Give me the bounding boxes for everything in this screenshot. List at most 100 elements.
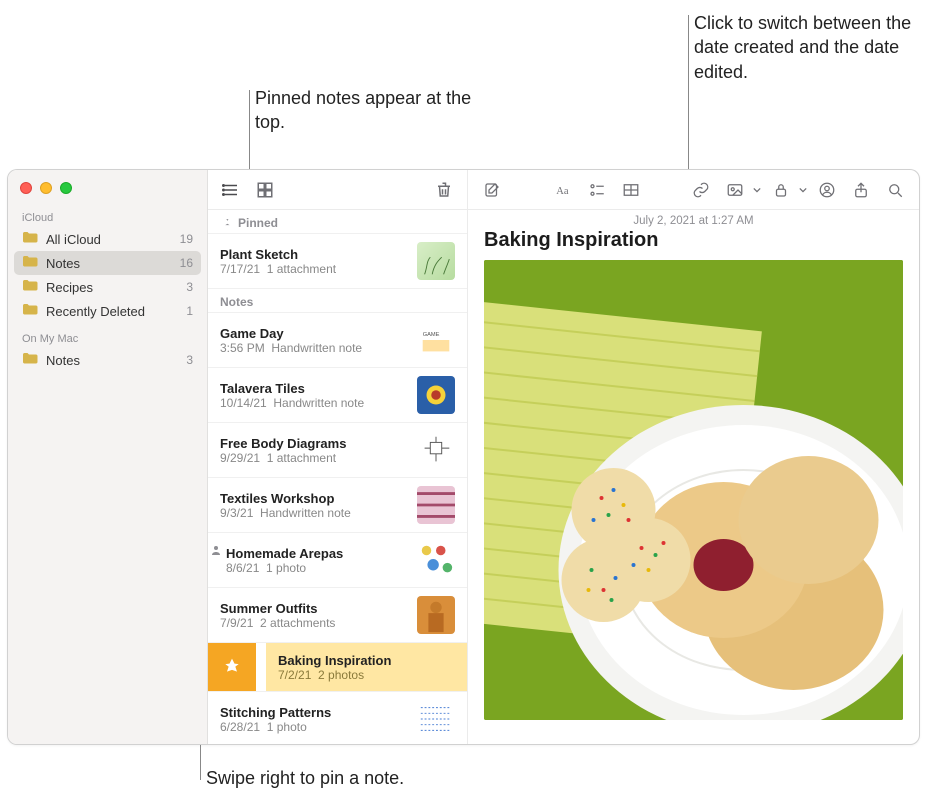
sidebar-section-on-my-mac: On My Mac	[8, 323, 207, 348]
note-row-game-day[interactable]: Game Day 3:56 PM Handwritten note GAME	[208, 313, 467, 368]
share-button[interactable]	[847, 178, 875, 202]
editor-column: Aa	[468, 170, 919, 745]
note-subtitle: 6/28/21 1 photo	[220, 720, 407, 734]
minimize-window-button[interactable]	[40, 182, 52, 194]
pin-icon	[220, 217, 232, 229]
sidebar-item-count: 3	[186, 280, 193, 294]
folder-icon	[22, 303, 38, 319]
note-thumbnail	[417, 242, 455, 280]
note-subtitle: 8/6/21 1 photo	[226, 561, 407, 575]
svg-text:Aa: Aa	[556, 185, 569, 196]
chevron-down-icon	[753, 182, 761, 197]
callout-date-toggle: Click to switch between the date created…	[694, 11, 914, 84]
note-row-free-body[interactable]: Free Body Diagrams 9/29/21 1 attachment	[208, 423, 467, 478]
checklist-button[interactable]	[583, 178, 611, 202]
callout-date-toggle-text: Click to switch between the date created…	[694, 13, 911, 82]
note-subtitle: 3:56 PM Handwritten note	[220, 341, 407, 355]
note-thumbnail	[417, 486, 455, 524]
sidebar: iCloud All iCloud 19 Notes 16 Recipes 3	[8, 170, 208, 745]
link-note-button[interactable]	[687, 178, 715, 202]
note-subtitle: 7/2/21 2 photos	[278, 668, 455, 682]
note-row-plant-sketch[interactable]: Plant Sketch 7/17/21 1 attachment	[208, 234, 467, 289]
pin-icon	[222, 657, 242, 677]
delete-note-button[interactable]	[431, 178, 457, 202]
editor-title[interactable]: Baking Inspiration	[468, 229, 919, 260]
fullscreen-window-button[interactable]	[60, 182, 72, 194]
collaborate-button[interactable]	[813, 178, 841, 202]
note-title: Homemade Arepas	[226, 546, 407, 561]
note-thumbnail: GAME	[417, 321, 455, 359]
swipe-pin-action[interactable]	[208, 643, 256, 691]
pinned-header-label: Pinned	[238, 216, 278, 230]
sidebar-item-label: Recipes	[46, 280, 178, 295]
sidebar-item-label: Notes	[46, 256, 172, 271]
sidebar-item-notes[interactable]: Notes 16	[14, 251, 201, 275]
note-row-stitching[interactable]: Stitching Patterns 6/28/21 1 photo	[208, 692, 467, 745]
note-subtitle: 7/9/21 2 attachments	[220, 616, 407, 630]
note-subtitle: 9/29/21 1 attachment	[220, 451, 407, 465]
note-row-textiles[interactable]: Textiles Workshop 9/3/21 Handwritten not…	[208, 478, 467, 533]
note-row-baking-inspiration[interactable]: Baking Inspiration 7/2/21 2 photos	[208, 643, 467, 692]
note-subtitle: 9/3/21 Handwritten note	[220, 506, 407, 520]
sidebar-item-label: Notes	[46, 353, 178, 368]
new-note-button[interactable]	[478, 178, 506, 202]
search-button[interactable]	[881, 178, 909, 202]
folder-icon	[22, 279, 38, 295]
note-thumbnail	[417, 596, 455, 634]
editor-attached-image[interactable]	[484, 260, 903, 720]
folder-icon	[22, 255, 38, 271]
sidebar-item-count: 19	[180, 232, 193, 246]
note-title: Baking Inspiration	[278, 653, 455, 668]
sidebar-section-icloud: iCloud	[8, 202, 207, 227]
sidebar-item-count: 3	[186, 353, 193, 367]
note-thumbnail	[417, 431, 455, 469]
note-title: Plant Sketch	[220, 247, 407, 262]
note-title: Stitching Patterns	[220, 705, 407, 720]
close-window-button[interactable]	[20, 182, 32, 194]
sidebar-item-count: 16	[180, 256, 193, 270]
note-thumbnail	[417, 700, 455, 738]
note-row-arepas[interactable]: Homemade Arepas 8/6/21 1 photo	[208, 533, 467, 588]
table-button[interactable]	[617, 178, 645, 202]
note-thumbnail	[417, 376, 455, 414]
note-row-summer-outfits[interactable]: Summer Outfits 7/9/21 2 attachments	[208, 588, 467, 643]
lock-note-button[interactable]	[767, 178, 795, 202]
sidebar-item-recipes[interactable]: Recipes 3	[8, 275, 207, 299]
editor-date-toggle[interactable]: July 2, 2021 at 1:27 AM	[468, 210, 919, 229]
sidebar-item-label: Recently Deleted	[46, 304, 178, 319]
callout-pinned: Pinned notes appear at the top.	[255, 86, 475, 135]
note-title: Game Day	[220, 326, 407, 341]
notes-list-column: Pinned Plant Sketch 7/17/21 1 attachment…	[208, 170, 468, 745]
shared-people-icon	[210, 544, 222, 556]
window-controls	[8, 178, 207, 202]
chevron-down-icon	[799, 182, 807, 197]
sidebar-item-recently-deleted[interactable]: Recently Deleted 1	[8, 299, 207, 323]
list-toolbar	[208, 170, 467, 210]
folder-icon	[22, 352, 38, 368]
note-subtitle: 7/17/21 1 attachment	[220, 262, 407, 276]
sidebar-item-local-notes[interactable]: Notes 3	[8, 348, 207, 372]
note-title: Free Body Diagrams	[220, 436, 407, 451]
media-button[interactable]	[721, 178, 749, 202]
notes-header-label: Notes	[220, 295, 253, 309]
callout-swipe: Swipe right to pin a note.	[206, 766, 526, 790]
notes-section-header: Notes	[208, 289, 467, 313]
note-title: Textiles Workshop	[220, 491, 407, 506]
gallery-view-button[interactable]	[252, 178, 278, 202]
sidebar-item-label: All iCloud	[46, 232, 172, 247]
note-row-talavera[interactable]: Talavera Tiles 10/14/21 Handwritten note	[208, 368, 467, 423]
note-title: Summer Outfits	[220, 601, 407, 616]
note-subtitle: 10/14/21 Handwritten note	[220, 396, 407, 410]
callout-pinned-text: Pinned notes appear at the top.	[255, 88, 471, 132]
svg-text:GAME: GAME	[423, 332, 440, 338]
list-view-button[interactable]	[218, 178, 244, 202]
notes-app-window: iCloud All iCloud 19 Notes 16 Recipes 3	[7, 169, 920, 745]
callout-swipe-text: Swipe right to pin a note.	[206, 768, 404, 788]
format-text-button[interactable]: Aa	[549, 178, 577, 202]
folder-icon	[22, 231, 38, 247]
sidebar-item-count: 1	[186, 304, 193, 318]
editor-toolbar: Aa	[468, 170, 919, 210]
pinned-section-header: Pinned	[208, 210, 467, 234]
sidebar-item-all-icloud[interactable]: All iCloud 19	[8, 227, 207, 251]
editor-date-text: July 2, 2021 at 1:27 AM	[633, 215, 753, 227]
